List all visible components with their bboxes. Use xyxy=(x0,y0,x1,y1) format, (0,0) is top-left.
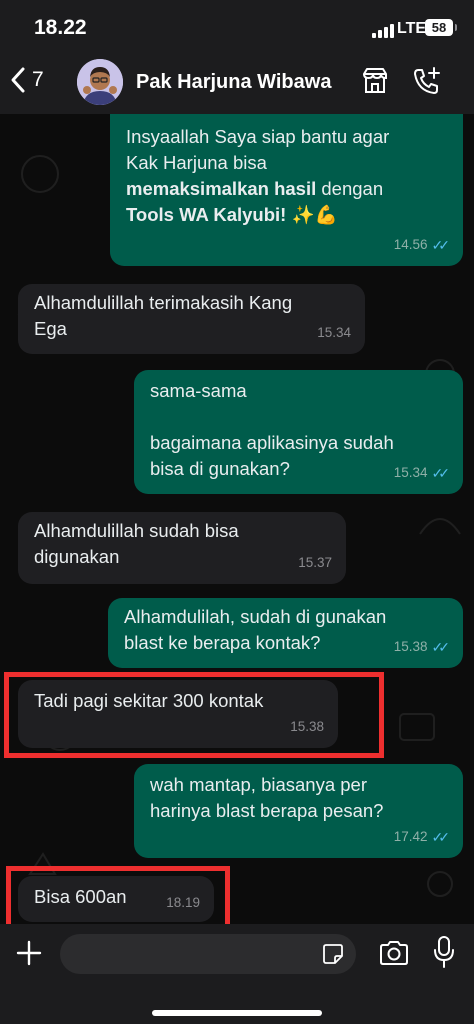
back-button[interactable]: 7 xyxy=(10,66,44,94)
battery-level: 58 xyxy=(431,20,447,35)
status-bar: 18.22 LTE 58 xyxy=(0,0,474,56)
message-meta: 15.38 xyxy=(290,714,324,740)
message-bold-text: memaksimalkan hasil xyxy=(126,178,317,199)
message-bubble-outgoing[interactable]: sama-sama bagaimana aplikasinya sudah bi… xyxy=(134,370,463,494)
add-call-button[interactable] xyxy=(412,66,442,101)
signal-icon xyxy=(372,24,394,38)
message-meta: 15.38 ✓✓ xyxy=(393,634,451,660)
message-bubble-incoming[interactable]: Alhamdulillah terimakasih Kang Ega 15.34 xyxy=(18,284,365,354)
microphone-icon xyxy=(434,936,454,968)
chevron-left-icon xyxy=(11,67,25,93)
message-meta: 15.37 xyxy=(298,550,332,576)
chat-area[interactable]: Insyaallah Saya siap bantu agar Kak Harj… xyxy=(0,114,474,924)
read-receipt-icon: ✓✓ xyxy=(431,639,451,655)
plus-icon xyxy=(16,940,42,966)
message-bubble-incoming[interactable]: Alhamdulillah sudah bisa digunakan 15.37 xyxy=(18,512,346,584)
sticker-button[interactable] xyxy=(322,943,344,970)
read-receipt-icon: ✓✓ xyxy=(431,237,451,253)
message-time: 17.42 xyxy=(393,829,428,844)
sticker-icon xyxy=(323,944,343,964)
message-time: 15.34 xyxy=(317,325,351,340)
message-line: dengan xyxy=(316,178,384,199)
message-time: 18.19 xyxy=(166,895,200,910)
message-text: Bisa 600an xyxy=(34,886,127,907)
camera-icon xyxy=(380,941,408,965)
message-input[interactable] xyxy=(60,934,356,974)
network-type: LTE xyxy=(397,20,427,37)
catalog-shop-button[interactable] xyxy=(360,66,390,101)
message-text: Insyaallah Saya siap bantu agar Kak Harj… xyxy=(126,124,447,228)
message-text: Alhamdulillah sudah bisa digunakan xyxy=(34,520,239,567)
attach-button[interactable] xyxy=(14,938,44,973)
message-bubble-incoming[interactable]: Bisa 600an 18.19 xyxy=(18,876,214,922)
message-meta: 14.56 ✓✓ xyxy=(393,232,451,258)
battery-icon: 58 xyxy=(425,19,457,36)
message-time: 15.38 xyxy=(393,639,428,654)
message-text: Alhamdulillah terimakasih Kang Ega xyxy=(34,292,293,339)
message-time: 15.34 xyxy=(393,465,428,480)
message-line: Kak Harjuna bisa xyxy=(126,152,267,173)
emoji-sparkle-muscle: ✨💪 xyxy=(286,204,338,225)
message-text: wah mantap, biasanya per harinya blast b… xyxy=(150,774,384,821)
message-time: 15.37 xyxy=(298,555,332,570)
message-bubble-outgoing[interactable]: Alhamdulilah, sudah di gunakan blast ke … xyxy=(108,598,463,668)
read-receipt-icon: ✓✓ xyxy=(431,829,451,845)
chat-header: 7 Pak Harjuna Wibawa xyxy=(0,56,474,115)
avatar[interactable] xyxy=(77,59,123,105)
message-bubble-outgoing[interactable]: wah mantap, biasanya per harinya blast b… xyxy=(134,764,463,858)
message-meta: 15.34 ✓✓ xyxy=(393,460,451,486)
message-time: 14.56 xyxy=(393,237,428,252)
message-meta: 17.42 ✓✓ xyxy=(393,824,451,850)
message-line: Insyaallah Saya siap bantu agar xyxy=(126,126,390,147)
phone-plus-icon xyxy=(414,67,440,94)
status-time: 18.22 xyxy=(34,16,87,39)
shop-icon xyxy=(363,68,387,93)
home-indicator xyxy=(152,1010,322,1016)
voice-record-button[interactable] xyxy=(432,935,456,974)
read-receipt-icon: ✓✓ xyxy=(431,465,451,481)
message-text: Tadi pagi sekitar 300 kontak xyxy=(34,690,264,711)
avatar-illustration-icon xyxy=(77,59,123,105)
contact-name[interactable]: Pak Harjuna Wibawa xyxy=(136,71,331,94)
message-bubble-incoming[interactable]: Tadi pagi sekitar 300 kontak 15.38 xyxy=(18,680,338,748)
message-time: 15.38 xyxy=(290,719,324,734)
camera-button[interactable] xyxy=(378,939,410,972)
input-bar xyxy=(0,924,474,1024)
message-meta: 15.34 xyxy=(317,320,351,346)
unread-count: 7 xyxy=(32,68,44,91)
message-bold-text: Tools WA Kalyubi! xyxy=(126,204,287,225)
message-bubble-outgoing[interactable]: Insyaallah Saya siap bantu agar Kak Harj… xyxy=(110,114,463,266)
